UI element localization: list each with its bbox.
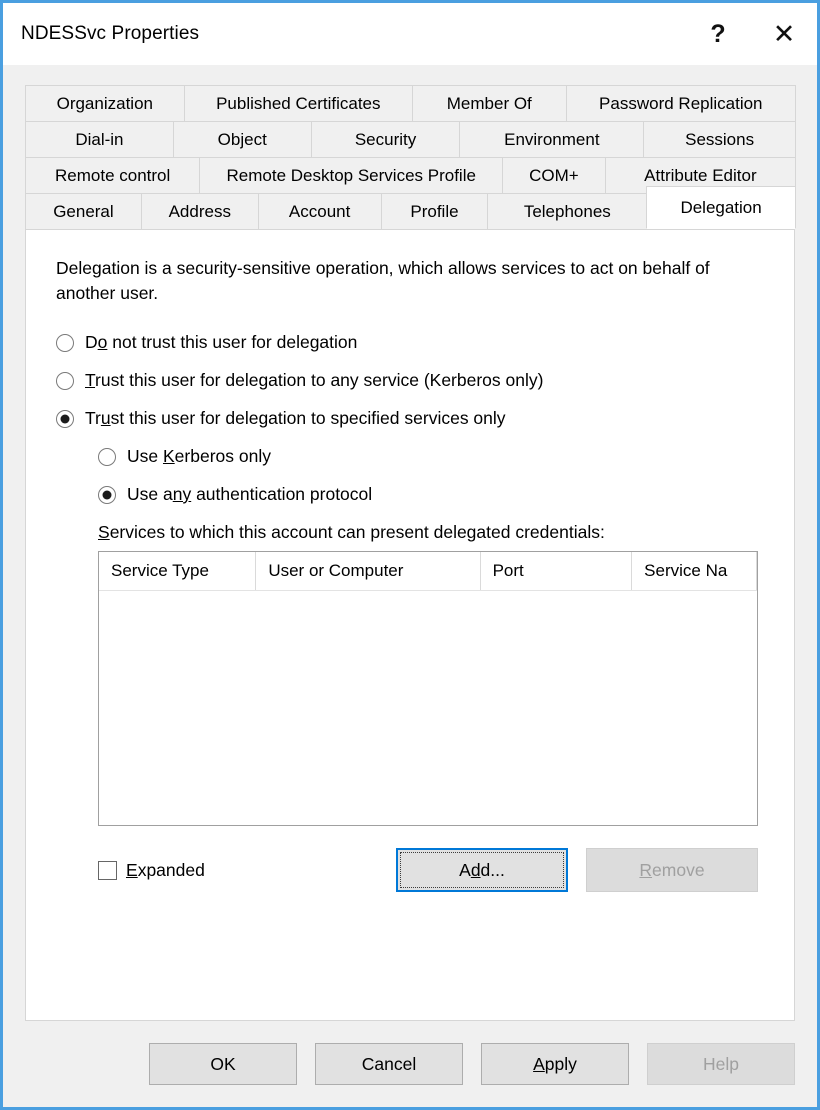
column-header-port[interactable]: Port — [481, 552, 633, 590]
ok-button[interactable]: OK — [149, 1043, 297, 1085]
tab-label: Password Replication — [599, 93, 763, 113]
tab-password-replication[interactable]: Password Replication — [565, 85, 796, 121]
tab-label: Remote control — [55, 165, 171, 185]
listview-controls-row: Expanded Add... Remove — [98, 848, 758, 892]
services-listview[interactable]: Service Type User or Computer Port Service … — [98, 551, 758, 826]
radio-label: Do not trust this user for delegation — [85, 332, 358, 352]
services-caption-text: ervices to which this account can presen… — [109, 522, 605, 542]
tab-published-certificates[interactable]: Published Certificates — [183, 85, 413, 121]
dialog-footer: OK Cancel Apply Help — [3, 1021, 817, 1107]
tab-remote-control[interactable]: Remote control — [25, 157, 201, 193]
tab-environment[interactable]: Environment — [459, 121, 645, 157]
tab-telephones[interactable]: Telephones — [487, 193, 648, 229]
tab-general[interactable]: General — [25, 193, 142, 229]
tab-row: Dial-in Object Security Environment Sessions — [3, 121, 817, 157]
delegation-option-2[interactable]: Trust this user for delegation to specif… — [56, 408, 764, 429]
close-icon[interactable]: ✕ — [751, 3, 817, 65]
radio-label: Use any authentication protocol — [127, 484, 373, 504]
radio-button[interactable] — [56, 409, 74, 428]
services-list-caption: Services to which this account can prese… — [98, 522, 764, 543]
radio-button[interactable] — [98, 447, 116, 466]
apply-accelerator: A — [533, 1053, 545, 1074]
help-icon[interactable]: ? — [685, 3, 751, 65]
tab-label: Sessions — [685, 129, 755, 149]
tab-label: General — [53, 201, 114, 221]
tab-member-of[interactable]: Member Of — [411, 85, 567, 121]
column-header-user-or-computer[interactable]: User or Computer — [256, 552, 481, 590]
window-title: NDESSvc Properties — [21, 23, 200, 44]
expanded-label: Expanded — [126, 860, 205, 881]
radio-label: Use Kerberos only — [127, 446, 271, 466]
tab-label: Profile — [410, 201, 459, 221]
tab-label: Telephones — [523, 201, 611, 221]
column-header-service-type[interactable]: Service Type — [99, 552, 257, 590]
radio-button[interactable] — [56, 333, 74, 352]
help-button: Help — [647, 1043, 795, 1085]
tab-strip: Organization Published Certificates Member… — [3, 65, 817, 229]
accelerator-char: o — [97, 332, 108, 352]
tab-account[interactable]: Account — [257, 193, 382, 229]
tab-label: Object — [217, 129, 267, 149]
tab-label: Attribute Editor — [644, 165, 757, 185]
delegation-option-4[interactable]: Use any authentication protocol — [98, 484, 764, 505]
expanded-checkbox-row[interactable]: Expanded — [98, 860, 205, 881]
accelerator-char: T — [85, 370, 96, 390]
delegation-option-3[interactable]: Use Kerberos only — [98, 446, 764, 467]
tab-label: COM+ — [529, 165, 579, 185]
remove-button-label: Remove — [639, 859, 705, 880]
apply-button[interactable]: Apply — [481, 1043, 629, 1085]
tab-object[interactable]: Object — [172, 121, 312, 157]
tab-label: Remote Desktop Services Profile — [226, 165, 476, 185]
tab-delegation[interactable]: Delegation — [646, 186, 796, 229]
tab-row: Organization Published Certificates Member… — [3, 85, 817, 121]
tab-remote-desktop-services-profile[interactable]: Remote Desktop Services Profile — [199, 157, 504, 193]
tab-label: Security — [354, 129, 417, 149]
services-caption-accelerator: S — [98, 522, 110, 542]
tab-label: Environment — [504, 129, 600, 149]
expanded-label-text: xpanded — [137, 859, 205, 880]
services-listview-body[interactable] — [99, 591, 757, 825]
tab-dial-in[interactable]: Dial-in — [25, 121, 174, 157]
expanded-accelerator: E — [126, 859, 138, 880]
tab-label: Dial-in — [75, 129, 124, 149]
accelerator-char: ny — [172, 484, 192, 504]
remove-accelerator: R — [639, 859, 653, 880]
radio-button[interactable] — [98, 485, 116, 504]
tab-organization[interactable]: Organization — [25, 85, 185, 121]
services-listview-header: Service Type User or Computer Port Service … — [99, 552, 757, 591]
tab-com[interactable]: COM+ — [502, 157, 606, 193]
accelerator-char: K — [162, 446, 175, 466]
tab-profile[interactable]: Profile — [380, 193, 489, 229]
delegation-tab-panel: Delegation is a security-sensitive opera… — [25, 229, 795, 1021]
delegation-radio-group: Do not trust this user for delegation Tru… — [56, 332, 764, 505]
tab-security[interactable]: Security — [310, 121, 461, 157]
cancel-button[interactable]: Cancel — [315, 1043, 463, 1085]
tab-sessions[interactable]: Sessions — [643, 121, 796, 157]
add-button-label: Add... — [459, 859, 505, 880]
accelerator-char: u — [100, 408, 111, 428]
delegation-option-0[interactable]: Do not trust this user for delegation — [56, 332, 764, 353]
tab-label: Delegation — [680, 197, 762, 217]
radio-button[interactable] — [56, 371, 74, 390]
tab-label: Organization — [56, 93, 153, 113]
delegation-option-1[interactable]: Trust this user for delegation to any se… — [56, 370, 764, 391]
tab-label: Account — [288, 201, 351, 221]
tab-label: Address — [168, 201, 231, 221]
tab-label: Published Certificates — [216, 93, 381, 113]
expanded-checkbox[interactable] — [98, 860, 117, 880]
properties-dialog: NDESSvc Properties ? ✕ Organization Publi… — [0, 0, 820, 1110]
tab-label: Member Of — [446, 93, 532, 113]
title-bar-buttons: ? ✕ — [685, 3, 817, 65]
title-bar: NDESSvc Properties ? ✕ — [3, 3, 817, 65]
radio-label: Trust this user for delegation to specif… — [85, 408, 506, 428]
remove-button: Remove — [586, 848, 758, 892]
tab-row: General Address Account Profile Telephones De… — [3, 186, 817, 229]
add-accelerator: d — [470, 859, 481, 880]
add-button[interactable]: Add... — [396, 848, 568, 892]
column-header-service-na[interactable]: Service Na — [632, 552, 757, 590]
tab-address[interactable]: Address — [140, 193, 259, 229]
delegation-description: Delegation is a security-sensitive opera… — [56, 258, 710, 303]
radio-label: Trust this user for delegation to any se… — [85, 370, 544, 390]
